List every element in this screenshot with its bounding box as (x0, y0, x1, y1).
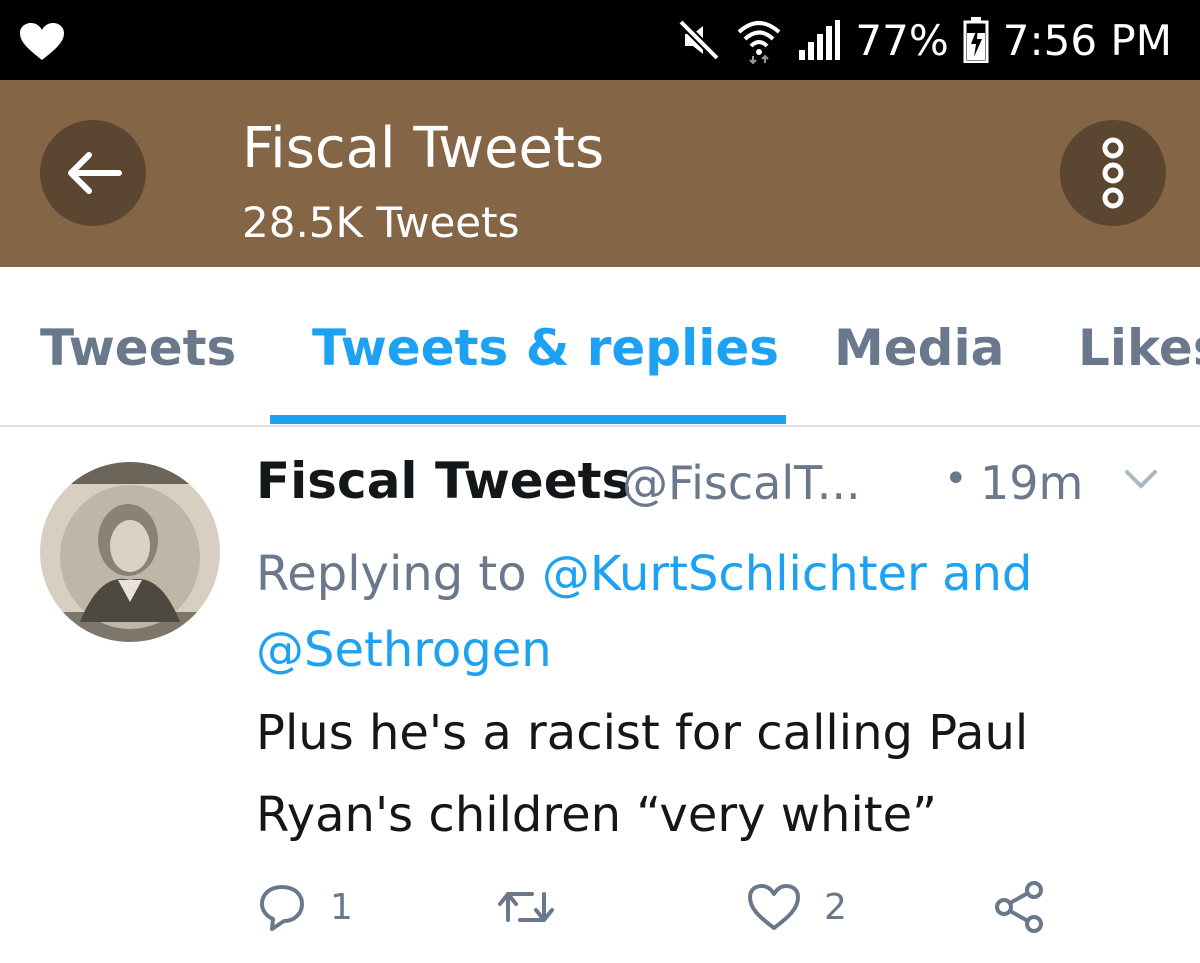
battery-charging-icon (963, 17, 989, 63)
profile-header: Fiscal Tweets 28.5K Tweets (0, 80, 1200, 267)
reply-button[interactable]: 1 (256, 875, 353, 939)
tab-tweets[interactable]: Tweets (40, 319, 236, 377)
avatar-image (40, 462, 220, 642)
mention-link[interactable]: @Sethrogen (256, 622, 552, 678)
back-arrow-icon (68, 152, 122, 194)
tweet-header: Fiscal Tweets @FiscalT... • 19m (256, 448, 1176, 518)
profile-title: Fiscal Tweets (242, 116, 605, 181)
chevron-down-icon[interactable] (1124, 468, 1158, 490)
reply-icon (260, 885, 304, 931)
battery-percent: 77% (855, 15, 949, 65)
avatar[interactable] (40, 462, 220, 642)
back-button[interactable] (40, 120, 146, 226)
mute-icon (678, 19, 721, 61)
tweet-text-line: Plus he's a racist for calling Paul (256, 705, 1029, 761)
status-icons: 77% 7:56 PM (677, 8, 1172, 72)
share-button[interactable] (992, 875, 1046, 939)
more-options-button[interactable] (1060, 120, 1166, 226)
tweet-text: Plus he's a racist for calling Paul Ryan… (256, 692, 1156, 856)
replying-prefix: Replying to (256, 546, 527, 602)
signal-icon (799, 20, 841, 60)
replying-conjunction: and (942, 546, 1033, 602)
reply-count: 1 (330, 886, 353, 928)
wifi-icon (738, 21, 781, 64)
author-handle[interactable]: @FiscalT... (622, 456, 861, 510)
tweet-timestamp: 19m (980, 456, 1084, 510)
tweet-count: 28.5K Tweets (242, 198, 520, 247)
tab-likes[interactable]: Likes (1078, 319, 1200, 377)
mention-link[interactable]: @KurtSchlichter (542, 546, 927, 602)
replying-to: Replying to @KurtSchlichter and @Sethrog… (256, 536, 1156, 688)
clock: 7:56 PM (1002, 15, 1172, 65)
like-button[interactable]: 2 (746, 875, 847, 939)
active-tab-indicator (270, 415, 786, 424)
share-icon (995, 881, 1043, 933)
retweet-button[interactable] (496, 875, 578, 939)
tweet-actions: 1 2 (256, 875, 1156, 939)
heart-icon (20, 23, 64, 60)
tab-tweets-and-replies[interactable]: Tweets & replies (312, 319, 779, 377)
author-name[interactable]: Fiscal Tweets (256, 452, 631, 510)
more-options-icon (1102, 137, 1124, 209)
separator-dot: • (944, 456, 968, 502)
like-count: 2 (824, 886, 847, 928)
status-bar: 77% 7:56 PM (0, 0, 1200, 80)
retweet-icon (498, 892, 554, 922)
profile-tabs: Tweets Tweets & replies Media Likes (0, 267, 1200, 427)
tab-media[interactable]: Media (834, 319, 1004, 377)
tweet-text-line: Ryan's children “very white” (256, 787, 937, 843)
heart-outline-icon (748, 884, 800, 930)
